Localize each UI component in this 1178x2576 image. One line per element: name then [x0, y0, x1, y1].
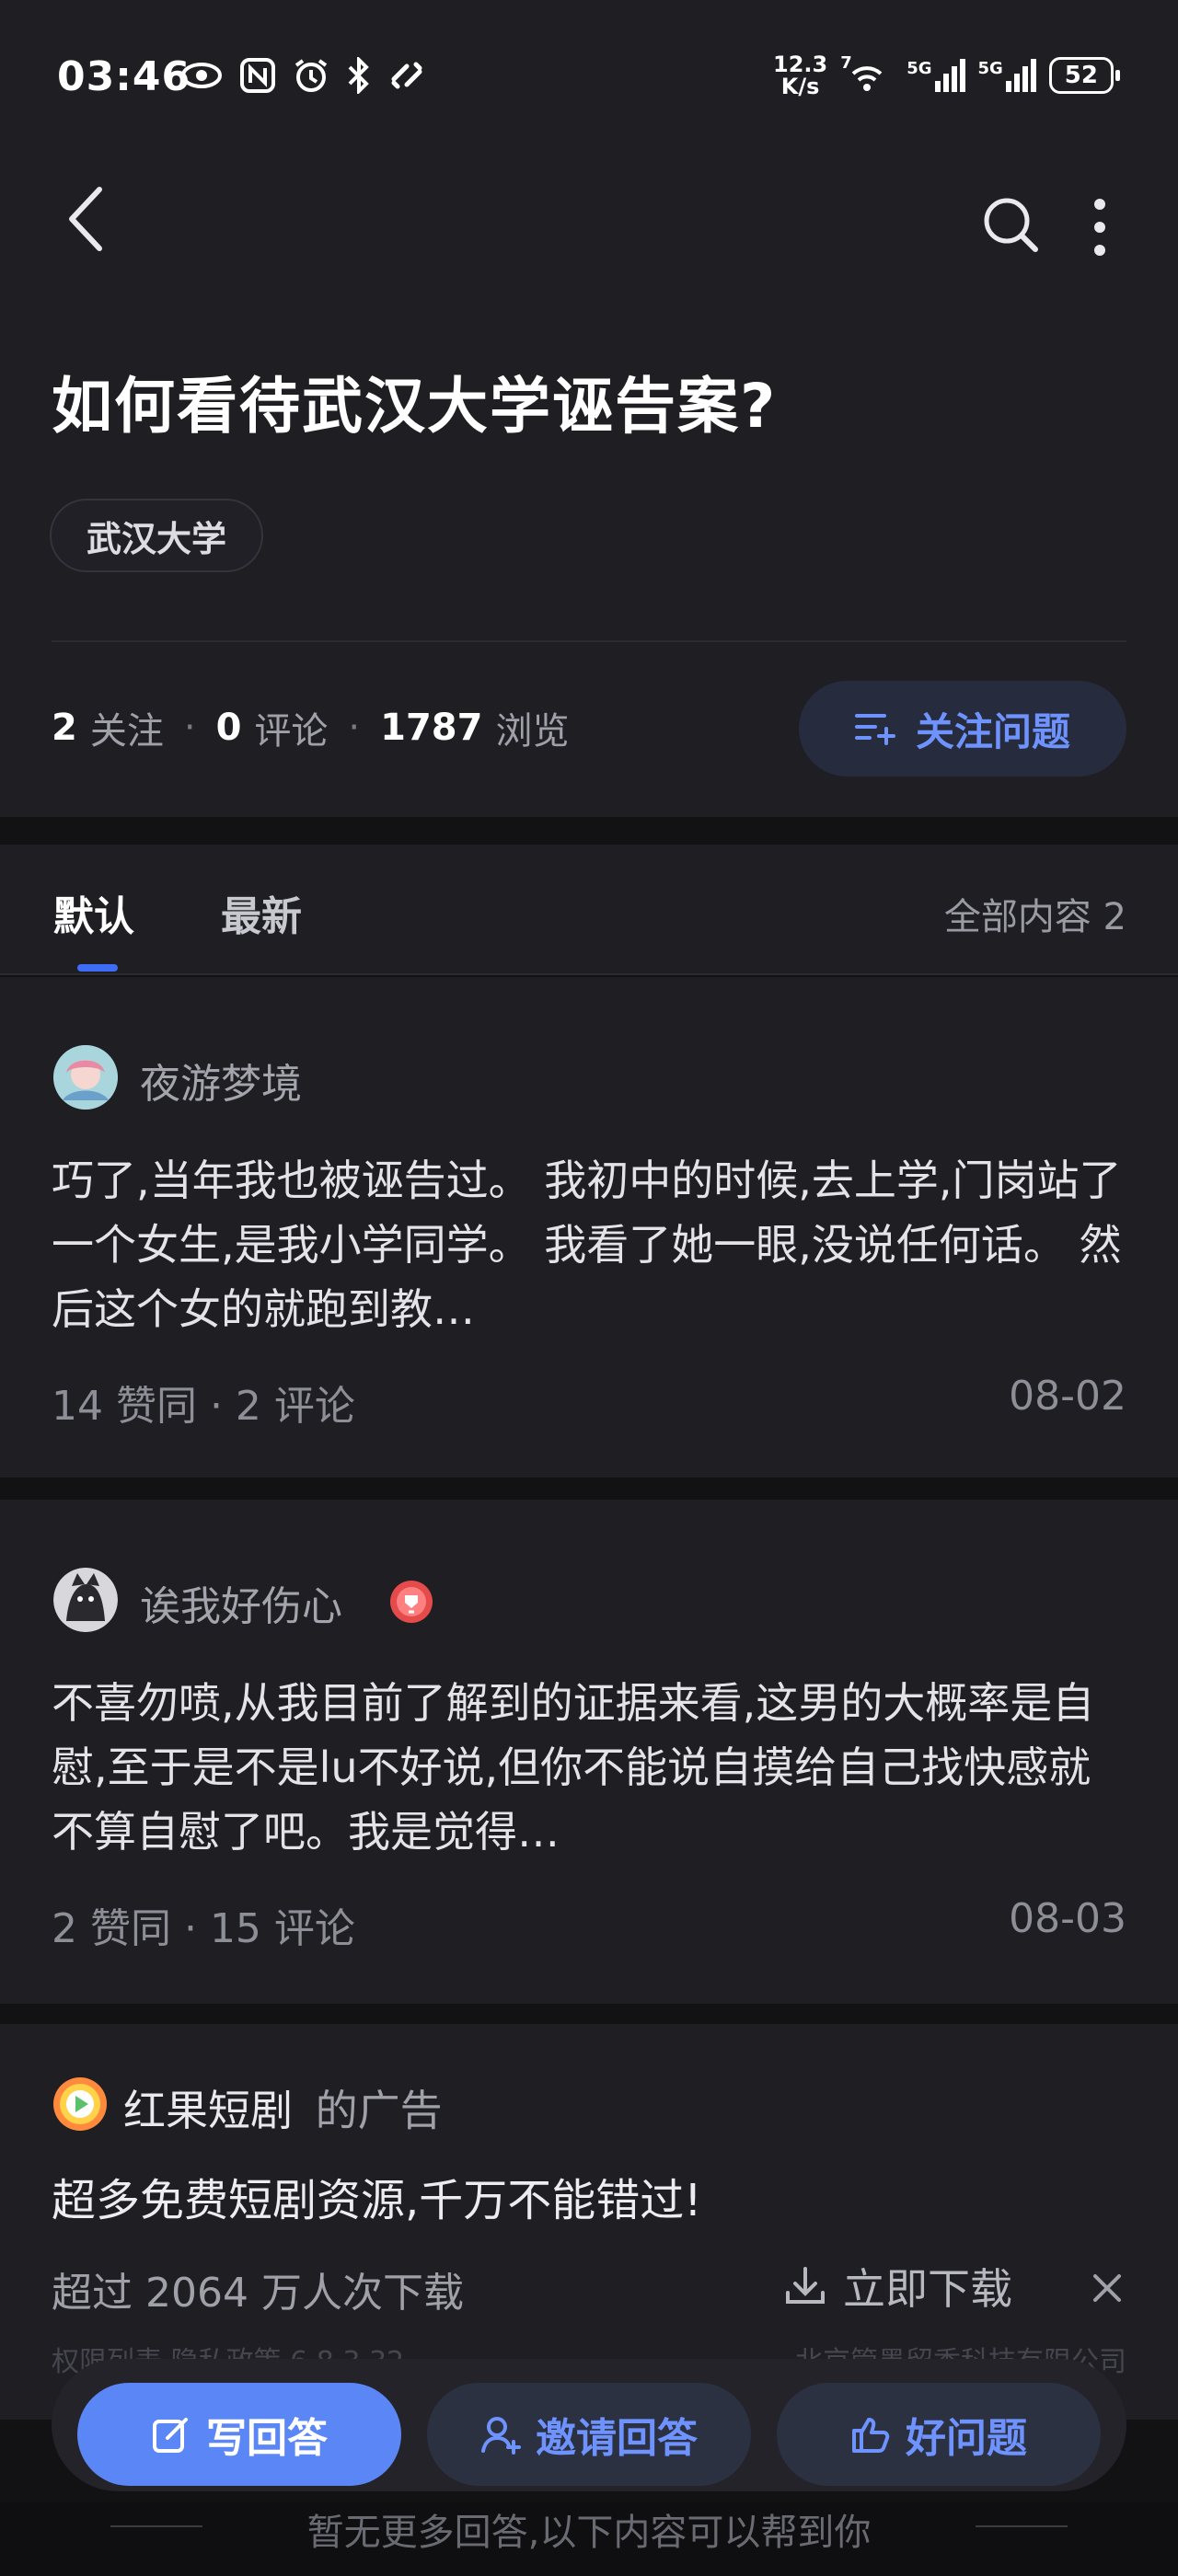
views-label: 浏览: [495, 710, 570, 753]
back-arrow-icon[interactable]: [59, 182, 114, 256]
answer-date: 08-03: [1009, 1895, 1126, 1942]
answer-meta: 2 赞同 · 15 评论: [52, 1905, 355, 1952]
ad-download-label: 立即下载: [843, 2264, 1012, 2314]
signal-1-icon: 5G: [907, 59, 965, 92]
views-count: 1787: [380, 707, 483, 749]
answer-author[interactable]: 夜游梦境: [140, 1051, 302, 1110]
question-title: 如何看待武汉大学诬告案?: [52, 371, 778, 442]
signal-2-icon: 5G: [978, 59, 1036, 92]
follow-list-icon: [854, 714, 895, 745]
no-more-answers-hint: 暂无更多回答,以下内容可以帮到你: [306, 2512, 872, 2554]
ad-title[interactable]: 超多免费短剧资源,千万不能错过!: [52, 2164, 702, 2228]
bluetooth-icon: [348, 57, 369, 94]
follow-question-label: 关注问题: [915, 708, 1070, 754]
battery-indicator: 52: [1048, 57, 1120, 94]
tab-default[interactable]: 默认: [53, 883, 134, 942]
thumbs-up-icon: [852, 2418, 890, 2453]
answer-excerpt[interactable]: 不喜勿喷,从我目前了解到的证据来看,这男的大概率是自慰,至于是不是lu不好说,但…: [52, 1671, 1128, 1864]
badge-icon: [390, 1581, 433, 1623]
active-tab-indicator: [77, 964, 118, 972]
follows-count: 2: [52, 707, 77, 749]
eye-icon: [181, 63, 222, 88]
close-icon[interactable]: [1091, 2272, 1123, 2304]
ad-download-button[interactable]: 立即下载: [784, 2256, 1012, 2317]
app-logo-icon: [53, 2077, 107, 2131]
ad-brand[interactable]: 红果短剧: [123, 2086, 293, 2135]
ad-advertiser: 红果短剧 的广告: [123, 2077, 443, 2138]
answer-meta: 14 赞同 · 2 评论: [52, 1383, 355, 1430]
answer-author[interactable]: 诶我好伤心: [140, 1573, 342, 1632]
write-answer-button[interactable]: 写回答: [77, 2383, 401, 2486]
topic-tag[interactable]: 武汉大学: [50, 499, 264, 572]
answer-excerpt[interactable]: 巧了,当年我也被诬告过。 我初中的时候,去上学,门岗站了一个女生,是我小学同学。…: [52, 1148, 1128, 1341]
download-icon: [786, 2267, 825, 2304]
good-question-label: 好问题: [906, 2415, 1027, 2462]
status-time: 03:46: [57, 53, 191, 100]
search-icon[interactable]: [979, 193, 1042, 256]
tab-latest[interactable]: 最新: [221, 883, 302, 942]
status-icons-right: 12.3 K/s 7 5G 5G 52: [773, 52, 1120, 99]
ad-suffix: 的广告: [315, 2086, 443, 2135]
write-answer-label: 写回答: [206, 2415, 328, 2462]
follows-label: 关注: [89, 710, 164, 753]
invite-user-icon: [481, 2417, 521, 2455]
answer-date: 08-02: [1009, 1373, 1126, 1420]
total-content-count: 全部内容 2: [943, 896, 1126, 938]
link-icon: [391, 62, 422, 89]
invite-answer-button[interactable]: 邀请回答: [427, 2383, 751, 2486]
more-options-icon[interactable]: [1086, 195, 1114, 259]
good-question-button[interactable]: 好问题: [777, 2383, 1101, 2486]
comments-label: 评论: [254, 710, 329, 753]
invite-answer-label: 邀请回答: [536, 2415, 698, 2462]
ad-subtitle: 超过 2064 万人次下载: [52, 2270, 464, 2317]
question-stats: 2 关注 · 0 评论 · 1787 浏览: [52, 701, 569, 754]
wifi-icon: 7: [840, 53, 894, 94]
nfc-icon: [240, 58, 275, 93]
avatar[interactable]: [53, 1045, 118, 1110]
avatar[interactable]: [53, 1568, 118, 1632]
follow-question-button[interactable]: 关注问题: [799, 681, 1126, 776]
network-speed: 12.3 K/s: [773, 52, 828, 99]
status-icons-left: [180, 57, 425, 94]
alarm-icon: [294, 59, 328, 92]
divider: [52, 640, 1126, 642]
edit-icon: [153, 2418, 188, 2453]
comments-count: 0: [215, 707, 242, 749]
